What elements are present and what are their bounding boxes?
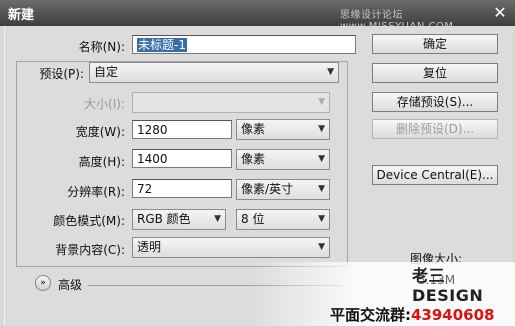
watermark-bottom: 平面交流群:43940608 [330,304,495,325]
reset-button[interactable]: 复位 [372,63,498,83]
background-label: 背景内容(C): [55,243,125,257]
color-mode-label: 颜色模式(M): [53,214,125,228]
resolution-input[interactable]: 72 [132,179,232,198]
background-value: 透明 [137,240,162,254]
window-title: 新建 [8,8,35,23]
watermark-group-number: 43940608 [411,306,495,324]
chevron-down-icon: ▼ [214,214,221,224]
delete-preset-button[interactable]: 删除预设(D)... [372,119,498,139]
preset-label: 预设(P): [39,67,84,81]
bit-depth-value: 8 位 [241,212,265,226]
save-preset-button[interactable]: 存储预设(S)... [372,92,498,112]
resolution-value: 72 [137,182,153,196]
chevron-down-icon: ▼ [318,124,325,134]
color-mode-value: RGB 颜色 [137,212,191,226]
chevron-down-icon: ▼ [318,214,325,224]
chevron-down-icon: ▼ [318,242,325,252]
resolution-unit-value: 像素/英寸 [241,182,294,196]
background-select[interactable]: 透明 ▼ [132,237,330,258]
size-select[interactable]: ▼ [132,92,330,113]
name-value: 未标题-1 [137,38,187,52]
height-value: 1400 [137,152,168,166]
preset-select[interactable]: 自定 ▼ [89,62,339,83]
name-label: 名称(N): [78,40,125,54]
chevron-down-icon: ▼ [327,67,334,77]
width-input[interactable]: 1280 [132,120,232,139]
width-unit-select[interactable]: 像素 ▼ [236,119,330,140]
width-unit-value: 像素 [241,122,266,136]
title-bar: 新建 思缘设计论坛 www.MISSYUAN.COM ✕ [0,0,515,32]
height-unit-value: 像素 [241,152,266,166]
expand-advanced-icon[interactable]: » [35,275,51,291]
chevron-down-icon: ▼ [318,184,325,194]
width-label: 宽度(W): [75,125,125,139]
watermark-group-text: 平面交流群: [330,306,411,324]
chevron-down-icon: ▼ [318,154,325,164]
watermark-logo: 老三DESIGN [412,266,484,305]
resolution-unit-select[interactable]: 像素/英寸 ▼ [236,179,330,200]
name-input[interactable]: 未标题-1 [132,35,356,54]
size-label: 大小(I): [84,97,125,111]
width-value: 1280 [137,123,168,137]
chevron-down-icon: ▼ [318,97,325,107]
color-mode-select[interactable]: RGB 颜色 ▼ [132,209,226,230]
ok-button[interactable]: 确定 [372,34,498,54]
device-central-button[interactable]: Device Central(E)... [372,165,498,185]
resolution-label: 分辨率(R): [67,185,125,199]
advanced-label[interactable]: 高级 [58,276,82,293]
close-icon[interactable]: ✕ [491,4,509,21]
height-input[interactable]: 1400 [132,149,232,168]
height-label: 高度(H): [78,155,125,169]
preset-value: 自定 [94,65,119,79]
height-unit-select[interactable]: 像素 ▼ [236,149,330,170]
bit-depth-select[interactable]: 8 位 ▼ [236,209,330,230]
